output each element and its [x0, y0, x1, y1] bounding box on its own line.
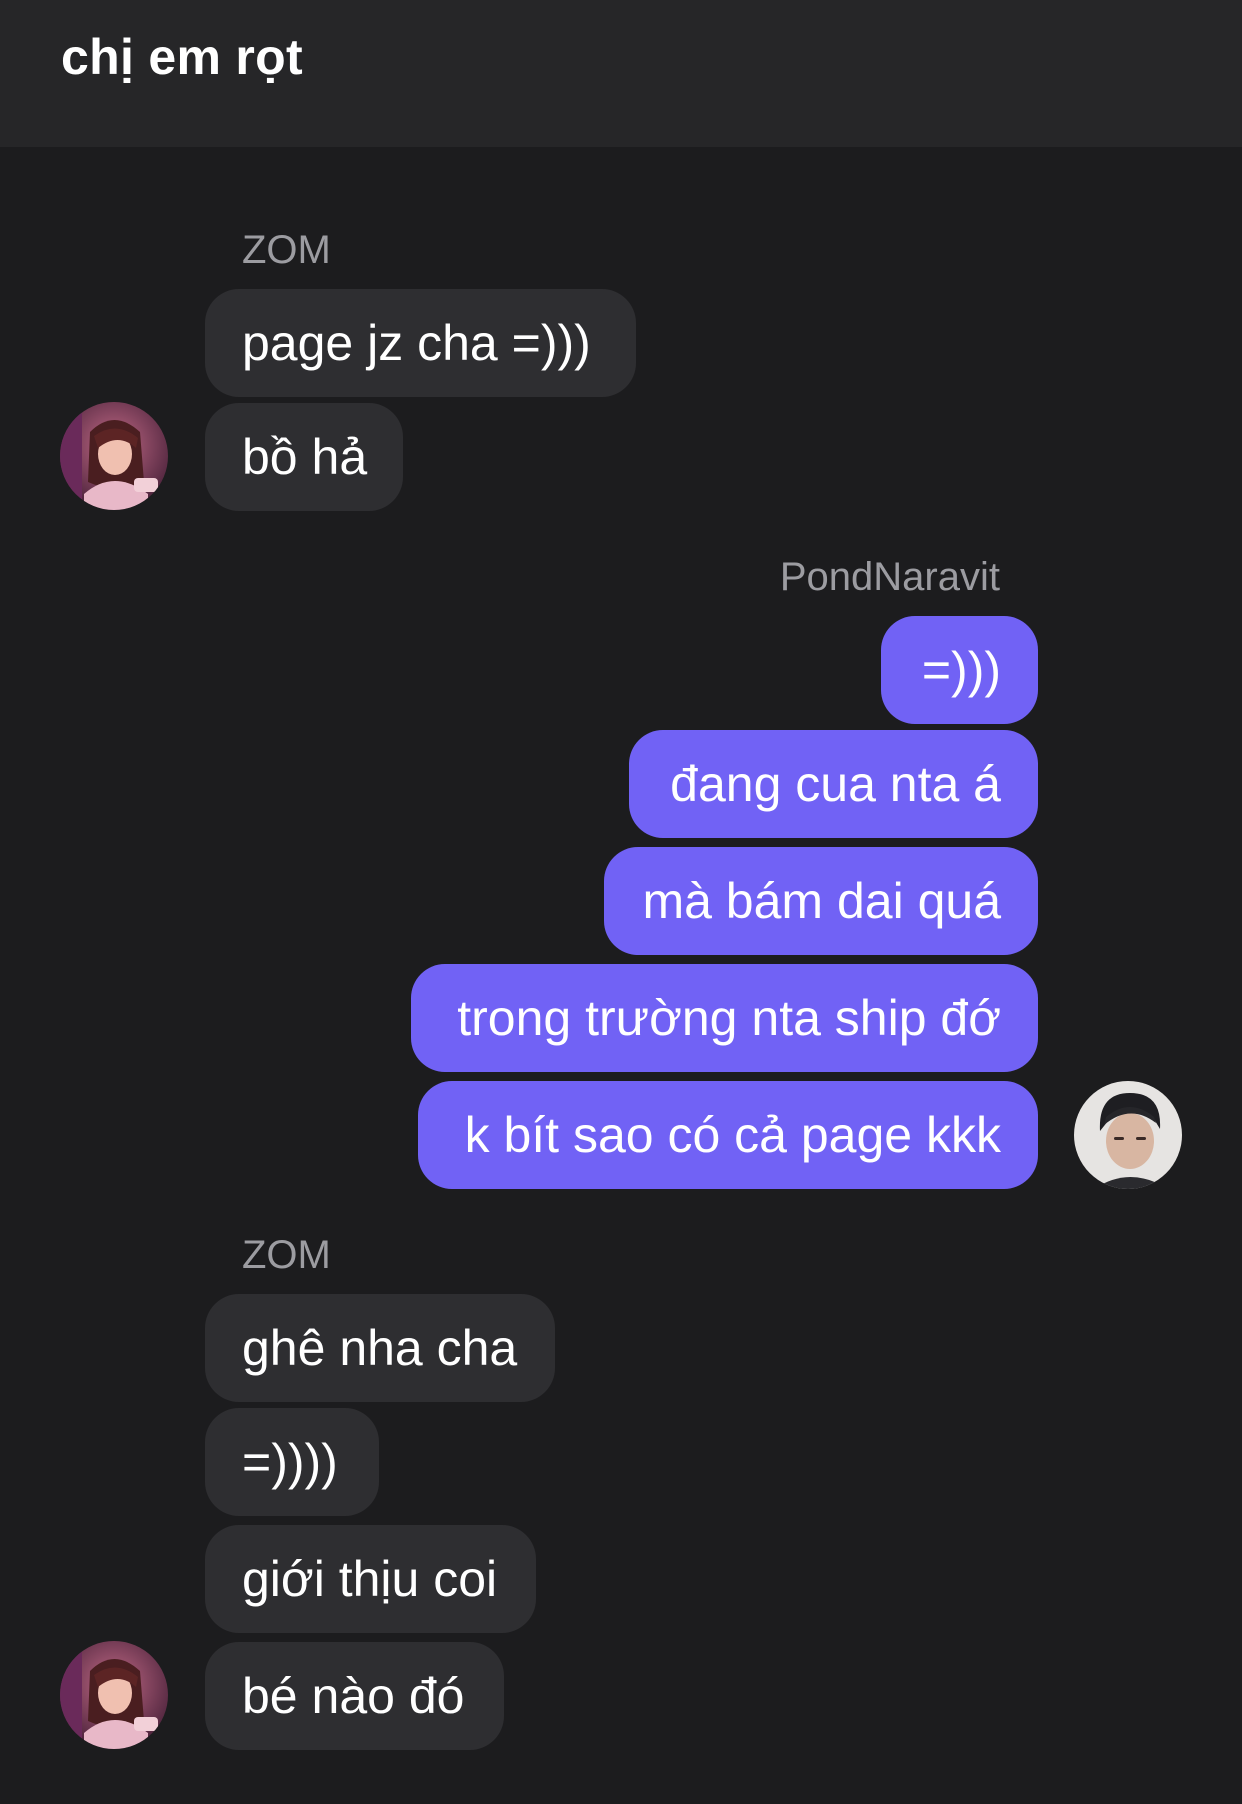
- message-text: page jz cha =))): [242, 315, 591, 371]
- pondnaravit-avatar[interactable]: [1074, 1081, 1182, 1189]
- message-text: ghê nha cha: [242, 1320, 518, 1376]
- message-text: k bít sao có cả page kkk: [464, 1107, 1001, 1163]
- message-bubble-outgoing[interactable]: mà bám dai quá: [604, 847, 1038, 955]
- message-text: bé nào đó: [242, 1668, 465, 1724]
- sender-name: PondNaravit: [779, 555, 1000, 599]
- message-bubble-outgoing[interactable]: đang cua nta á: [629, 730, 1038, 838]
- message-bubble-incoming[interactable]: bồ hả: [205, 403, 403, 511]
- message-bubble-incoming[interactable]: =)))): [205, 1408, 379, 1516]
- message-bubble-incoming[interactable]: ghê nha cha: [205, 1294, 555, 1402]
- message-text: mà bám dai quá: [642, 873, 1001, 929]
- message-bubble-outgoing[interactable]: k bít sao có cả page kkk: [418, 1081, 1038, 1189]
- message-bubble-outgoing[interactable]: trong trường nta ship đớ: [411, 964, 1038, 1072]
- avatar-photo-woman-icon: [60, 402, 168, 510]
- message-text: giới thịu coi: [242, 1551, 498, 1607]
- avatar-photo-man-icon: [1074, 1081, 1182, 1189]
- message-bubble-incoming[interactable]: bé nào đó: [205, 1642, 504, 1750]
- zom-avatar[interactable]: [60, 1641, 168, 1749]
- message-text: trong trường nta ship đớ: [457, 990, 1001, 1046]
- message-text: =))): [921, 642, 1001, 698]
- avatar-photo-woman-icon: [60, 1641, 168, 1749]
- sender-name: ZOM: [242, 228, 331, 272]
- sender-name: ZOM: [242, 1233, 331, 1277]
- zom-avatar[interactable]: [60, 402, 168, 510]
- chat-title[interactable]: chị em rọt: [61, 28, 303, 86]
- message-bubble-outgoing[interactable]: =))): [881, 616, 1038, 724]
- message-text: đang cua nta á: [670, 756, 1001, 812]
- message-text: =)))): [242, 1434, 338, 1490]
- message-text: bồ hả: [242, 429, 368, 485]
- message-bubble-incoming[interactable]: page jz cha =))): [205, 289, 636, 397]
- message-bubble-incoming[interactable]: giới thịu coi: [205, 1525, 536, 1633]
- chat-header: chị em rọt: [0, 0, 1242, 147]
